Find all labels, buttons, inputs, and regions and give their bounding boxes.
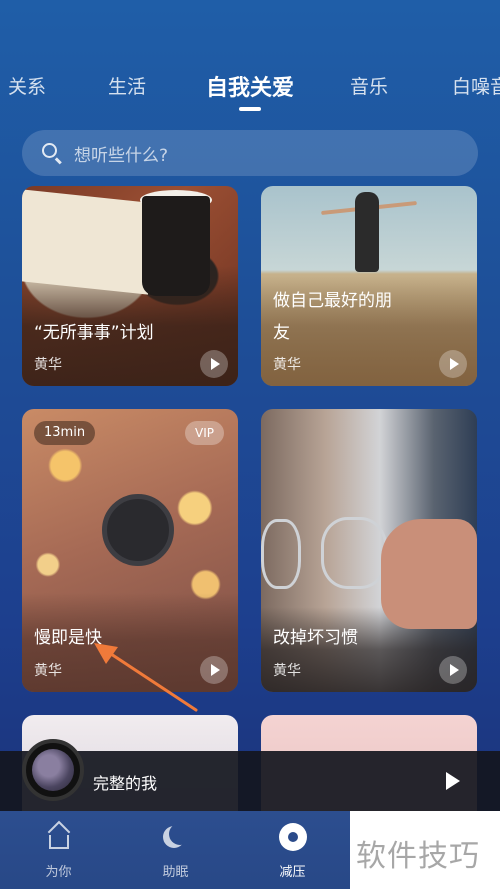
hand-illustration xyxy=(381,519,477,629)
card-author: 黄华 xyxy=(273,357,301,373)
mini-player[interactable]: 完整的我 xyxy=(0,739,500,811)
tab-music[interactable]: 音乐 xyxy=(350,72,388,99)
coffee-cup-illustration xyxy=(142,196,210,296)
nav-label: 助眠 xyxy=(162,865,189,880)
tab-life[interactable]: 生活 xyxy=(108,72,146,99)
card-title: “无所事事”计划 xyxy=(34,323,154,343)
tab-self-care[interactable]: 自我关爱 xyxy=(206,70,294,102)
card-author: 黄华 xyxy=(273,663,301,679)
watch-illustration xyxy=(102,494,174,566)
moon-icon xyxy=(169,823,191,845)
nav-label: 为你 xyxy=(45,865,72,880)
search-icon xyxy=(40,141,64,165)
glasses-illustration xyxy=(321,517,387,589)
vip-badge: VIP xyxy=(185,421,224,445)
search-placeholder: 想听些什么? xyxy=(74,145,169,166)
course-card-break-bad-habits[interactable]: 改掉坏习惯 黄华 xyxy=(261,409,477,692)
search-bar[interactable]: 想听些什么? xyxy=(22,130,478,176)
category-tabs: 关系 生活 自我关爱 音乐 白噪音 xyxy=(0,72,500,112)
watermark-area: 软件技巧 xyxy=(350,811,500,889)
disc-icon xyxy=(278,823,307,851)
album-disc-icon[interactable] xyxy=(22,739,84,801)
tab-relationships[interactable]: 关系 xyxy=(8,72,46,99)
nav-item-sleep[interactable]: 助眠 xyxy=(117,811,234,889)
duration-badge: 13min xyxy=(34,421,96,445)
now-playing-title: 完整的我 xyxy=(93,774,158,793)
nav-item-stress-relief[interactable]: 减压 xyxy=(234,811,351,889)
play-icon[interactable] xyxy=(446,772,460,790)
play-icon[interactable] xyxy=(200,350,228,378)
play-icon[interactable] xyxy=(200,656,228,684)
tab-white-noise[interactable]: 白噪音 xyxy=(452,72,500,99)
card-author: 黄华 xyxy=(34,663,62,679)
book-illustration xyxy=(22,189,148,295)
card-title: 慢即是快 xyxy=(34,628,102,648)
nav-label: 减压 xyxy=(279,865,306,880)
bottom-navigation: 为你 助眠 减压 xyxy=(0,811,350,889)
nav-item-for-you[interactable]: 为你 xyxy=(0,811,117,889)
course-card-slow-is-fast[interactable]: 13min VIP 慢即是快 黄华 xyxy=(22,409,238,692)
card-title-line2: 友 xyxy=(273,323,290,343)
course-card-best-friend[interactable]: 做自己最好的朋 友 黄华 xyxy=(261,186,477,386)
play-icon[interactable] xyxy=(439,350,467,378)
play-icon[interactable] xyxy=(439,656,467,684)
person-illustration xyxy=(355,192,379,272)
active-tab-indicator xyxy=(239,107,261,111)
card-title: 改掉坏习惯 xyxy=(273,628,358,648)
course-card-nothing-plan[interactable]: “无所事事”计划 黄华 xyxy=(22,186,238,386)
watermark-text: 软件技巧 xyxy=(356,839,480,874)
card-author: 黄华 xyxy=(34,357,62,373)
home-icon xyxy=(48,835,69,849)
card-title-line1: 做自己最好的朋 xyxy=(273,291,392,311)
